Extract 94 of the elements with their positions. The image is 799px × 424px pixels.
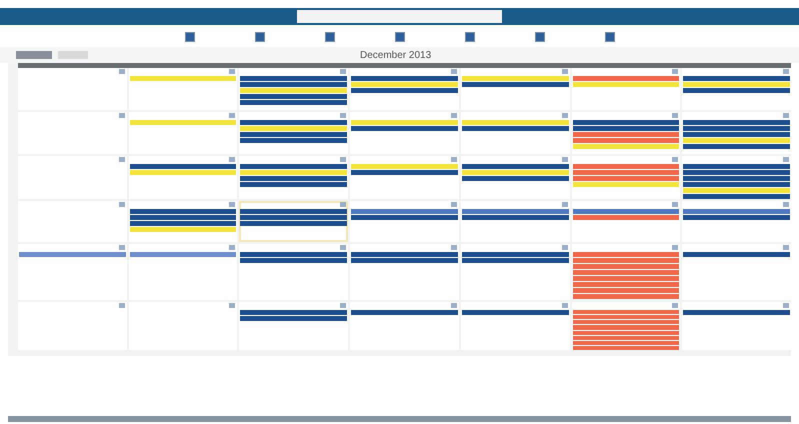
day-number-tab[interactable]: [450, 113, 457, 118]
toolbar-button[interactable]: [58, 51, 88, 59]
day-number-tab[interactable]: [229, 69, 236, 74]
day-cell[interactable]: [350, 244, 459, 300]
day-cell[interactable]: [682, 68, 792, 110]
day-number-tab[interactable]: [118, 303, 125, 308]
day-cell[interactable]: [460, 201, 570, 242]
day-number-tab[interactable]: [450, 157, 457, 162]
month-title: December 2013: [360, 50, 432, 60]
day-cell[interactable]: [128, 302, 238, 350]
day-cell[interactable]: [460, 112, 570, 154]
day-number-tab[interactable]: [783, 69, 790, 74]
day-number-tab[interactable]: [672, 245, 678, 250]
day-cell[interactable]: [18, 201, 127, 242]
day-number-tab[interactable]: [450, 69, 457, 74]
day-number-tab[interactable]: [562, 69, 568, 74]
day-number-tab[interactable]: [450, 245, 457, 250]
day-cell[interactable]: [572, 112, 680, 154]
day-number-tab[interactable]: [672, 157, 678, 162]
day-number-tab[interactable]: [672, 202, 678, 207]
day-number-tab[interactable]: [562, 202, 568, 207]
day-cell[interactable]: [572, 201, 680, 242]
day-cell[interactable]: [350, 112, 459, 154]
day-cell[interactable]: [128, 112, 238, 154]
filter-checkbox[interactable]: [184, 32, 194, 42]
day-number-tab[interactable]: [450, 202, 457, 207]
day-cell[interactable]: [128, 68, 238, 110]
day-cell[interactable]: [128, 201, 238, 242]
day-cell[interactable]: [460, 244, 570, 300]
day-number-tab[interactable]: [672, 113, 678, 118]
toolbar-button[interactable]: [16, 51, 52, 59]
day-cell[interactable]: [350, 68, 459, 110]
day-cell[interactable]: [350, 156, 459, 199]
day-cell[interactable]: [350, 302, 459, 350]
day-number-tab[interactable]: [783, 245, 790, 250]
day-number-tab[interactable]: [783, 157, 790, 162]
day-number-tab[interactable]: [340, 245, 346, 250]
day-number-tab[interactable]: [562, 157, 568, 162]
day-cell[interactable]: [682, 201, 792, 242]
day-number-tab[interactable]: [118, 69, 125, 74]
day-cell[interactable]: [239, 112, 348, 154]
day-cell[interactable]: [682, 302, 792, 350]
day-cell[interactable]: [239, 156, 348, 199]
day-number-tab[interactable]: [562, 245, 568, 250]
day-cell[interactable]: [18, 112, 127, 154]
day-number-tab[interactable]: [340, 157, 346, 162]
day-number-tab[interactable]: [229, 157, 236, 162]
day-number-tab[interactable]: [229, 303, 236, 308]
day-cell[interactable]: [460, 68, 570, 110]
day-number-tab[interactable]: [562, 303, 568, 308]
filter-checkbox[interactable]: [394, 32, 404, 42]
day-number-tab[interactable]: [118, 202, 125, 207]
day-number-tab[interactable]: [783, 113, 790, 118]
day-cell[interactable]: [18, 156, 127, 199]
day-cell[interactable]: [128, 156, 238, 199]
day-cell[interactable]: [682, 156, 792, 199]
day-number-tab[interactable]: [783, 303, 790, 308]
filter-checkbox[interactable]: [534, 32, 544, 42]
day-number-tab[interactable]: [672, 69, 678, 74]
day-cell[interactable]: [460, 302, 570, 350]
day-cell[interactable]: [682, 244, 792, 300]
day-number-tab[interactable]: [340, 113, 346, 118]
day-number-tab[interactable]: [783, 202, 790, 207]
day-number-tab[interactable]: [340, 69, 346, 74]
day-number-tab[interactable]: [118, 245, 125, 250]
day-number-tab[interactable]: [118, 157, 125, 162]
day-number-tab[interactable]: [340, 303, 346, 308]
day-cell[interactable]: [18, 68, 127, 110]
day-cell[interactable]: [572, 302, 680, 350]
day-cell[interactable]: [572, 156, 680, 199]
day-number-tab[interactable]: [229, 202, 236, 207]
day-cell[interactable]: [239, 68, 348, 110]
day-number-tab[interactable]: [118, 113, 125, 118]
day-number-tab[interactable]: [450, 303, 457, 308]
day-cell[interactable]: [350, 201, 459, 242]
day-cell[interactable]: [460, 156, 570, 199]
day-cell[interactable]: [239, 201, 348, 242]
day-cell[interactable]: [128, 244, 238, 300]
filter-checkbox[interactable]: [604, 32, 614, 42]
day-cell[interactable]: [239, 244, 348, 300]
filter-checkbox[interactable]: [324, 32, 334, 42]
day-cell[interactable]: [18, 244, 127, 300]
day-number-tab[interactable]: [229, 245, 236, 250]
day-cell[interactable]: [18, 302, 127, 350]
day-number-tab[interactable]: [672, 303, 678, 308]
day-number-tab[interactable]: [340, 202, 346, 207]
filter-checkbox[interactable]: [254, 32, 264, 42]
day-cell[interactable]: [572, 68, 680, 110]
day-number-tab[interactable]: [229, 113, 236, 118]
day-cell[interactable]: [239, 302, 348, 350]
day-cell[interactable]: [682, 112, 792, 154]
day-cell[interactable]: [572, 244, 680, 300]
filter-checkbox[interactable]: [464, 32, 474, 42]
day-number-tab[interactable]: [562, 113, 568, 118]
